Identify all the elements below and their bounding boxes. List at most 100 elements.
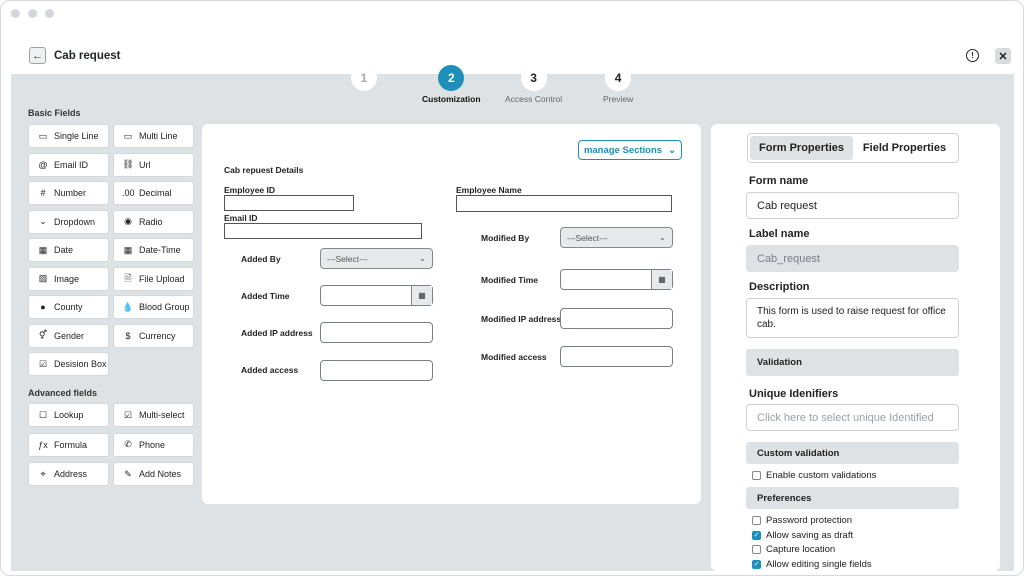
palette-field-multi-line[interactable]: ▭ Multi Line: [113, 124, 194, 148]
field-type-label: Image: [54, 273, 80, 284]
field-type-label: Multi Line: [139, 131, 178, 141]
field-type-label: Decimal: [139, 188, 172, 198]
added-by-select[interactable]: ---Select--- ⌄: [320, 248, 433, 269]
palette-field-number[interactable]: # Number: [28, 181, 109, 205]
checkbox-box[interactable]: [752, 545, 761, 554]
checkbox-label: Enable custom validations: [766, 470, 877, 481]
checkbox-box[interactable]: [752, 471, 761, 480]
checkbox-label: Password protection: [766, 515, 853, 526]
email-id-input[interactable]: [224, 223, 422, 239]
employee-name-input[interactable]: [456, 195, 672, 212]
tab-form-properties[interactable]: Form Properties: [750, 136, 853, 160]
field-type-icon: .00: [122, 188, 135, 198]
field-type-icon: 💧: [122, 301, 134, 312]
palette-field-add-notes[interactable]: ✎ Add Notes: [113, 462, 194, 486]
field-type-label: Date-Time: [139, 245, 181, 255]
step-1[interactable]: 1: [351, 65, 377, 94]
added-ip-label: Added IP address: [241, 328, 313, 338]
step-number: 2: [438, 65, 465, 91]
field-type-label: Currency: [139, 330, 176, 341]
checkbox-box[interactable]: [752, 516, 761, 525]
manage-sections-label: manage Sections: [583, 144, 663, 156]
palette-field-desision-box[interactable]: ☑ Desision Box: [28, 352, 109, 376]
preference-checkbox-allow-saving-as-draft[interactable]: ✓ Allow saving as draft: [752, 530, 853, 541]
palette-field-address[interactable]: ⌖ Address: [28, 462, 109, 486]
employee-id-input[interactable]: [224, 195, 354, 211]
calendar-icon[interactable]: ▦: [411, 286, 432, 305]
description-textarea[interactable]: This form is used to raise request for o…: [746, 298, 959, 338]
palette-field-single-line[interactable]: ▭ Single Line: [28, 124, 109, 148]
back-button[interactable]: ←: [29, 47, 46, 64]
step-4[interactable]: 4 Preview: [603, 65, 633, 104]
palette-field-radio[interactable]: ◉ Radio: [113, 209, 194, 234]
modified-time-input[interactable]: ▦: [560, 269, 673, 290]
palette-field-formula[interactable]: ƒx Formula: [28, 432, 109, 457]
window-dot-2[interactable]: [28, 9, 37, 18]
palette-field-currency[interactable]: $ Currency: [113, 323, 194, 348]
employee-name-label: Employee Name: [456, 185, 522, 195]
manage-sections-button[interactable]: manage Sections ⌄: [578, 140, 682, 160]
window-dot-3[interactable]: [45, 9, 54, 18]
checkbox-box[interactable]: ✓: [752, 530, 761, 540]
close-button[interactable]: ✕: [995, 48, 1011, 64]
unique-identifiers-label: Unique Idenifiers: [749, 388, 839, 400]
palette-field-county[interactable]: ● County: [28, 295, 109, 319]
properties-tabs: Form Properties Field Properties: [747, 133, 959, 163]
stepper: 1 2 Customization 3 Access Control 4 Pre…: [341, 65, 671, 105]
field-type-icon: ☑: [123, 409, 133, 420]
palette-field-image[interactable]: ▨ Image: [28, 266, 109, 291]
modified-access-input[interactable]: [560, 346, 673, 367]
custom-validation-section[interactable]: Custom validation: [746, 442, 959, 464]
tab-field-properties[interactable]: Field Properties: [853, 136, 956, 160]
field-type-label: Radio: [139, 216, 163, 227]
field-type-icon: $: [125, 330, 131, 341]
palette-field-date-time[interactable]: ▦ Date-Time: [113, 238, 194, 262]
window-controls: [11, 9, 54, 18]
preferences-section[interactable]: Preferences: [746, 487, 959, 509]
added-time-input[interactable]: ▦: [320, 285, 433, 306]
palette-field-url[interactable]: ⛓ Url: [113, 152, 194, 177]
added-ip-input[interactable]: [320, 322, 433, 343]
validation-section[interactable]: Validation: [746, 349, 959, 376]
field-type-label: Single Line: [54, 131, 99, 141]
calendar-icon[interactable]: ▦: [651, 270, 672, 289]
palette-field-multi-select[interactable]: ☑ Multi-select: [113, 403, 194, 427]
preference-checkbox-capture-location[interactable]: Capture location: [752, 544, 835, 555]
field-type-icon: ☐: [38, 409, 48, 420]
field-type-icon: ƒx: [38, 439, 48, 450]
field-type-icon: ⌄: [39, 216, 47, 226]
palette-field-file-upload[interactable]: 🗎 File Upload: [113, 266, 194, 291]
palette-field-lookup[interactable]: ☐ Lookup: [28, 403, 109, 427]
palette-field-date[interactable]: ▦ Date: [28, 238, 109, 262]
palette-field-email-id[interactable]: @ Email ID: [28, 152, 109, 177]
enable-custom-validations-checkbox[interactable]: Enable custom validations: [752, 470, 876, 481]
unique-identifiers-input[interactable]: Click here to select unique Identified: [746, 404, 959, 431]
palette-field-dropdown[interactable]: ⌄ Dropdown: [28, 209, 109, 234]
modified-by-label: Modified By: [481, 233, 530, 243]
added-access-input[interactable]: [320, 360, 433, 381]
palette-field-decimal[interactable]: .00 Decimal: [113, 181, 194, 205]
field-type-label: County: [54, 302, 83, 312]
modified-by-select[interactable]: ---Select--- ⌄: [560, 227, 673, 248]
field-type-icon: ▭: [38, 130, 48, 141]
form-name-input[interactable]: Cab request: [746, 192, 959, 219]
palette-field-gender[interactable]: ⚥ Gender: [28, 323, 109, 348]
field-type-label: Gender: [54, 330, 85, 341]
palette-field-phone[interactable]: ✆ Phone: [113, 432, 194, 457]
field-type-icon: #: [40, 188, 46, 198]
field-type-label: Address: [54, 469, 88, 479]
added-by-label: Added By: [241, 254, 281, 264]
step-2[interactable]: 2 Customization: [422, 65, 481, 104]
palette-field-blood-group[interactable]: 💧 Blood Group: [113, 295, 194, 319]
preference-checkbox-allow-editing-single-fields[interactable]: ✓ Allow editing single fields: [752, 559, 872, 570]
preference-checkbox-password-protection[interactable]: Password protection: [752, 515, 852, 526]
info-icon[interactable]: !: [966, 49, 979, 62]
arrow-left-icon: ←: [32, 49, 43, 62]
checkbox-box[interactable]: ✓: [752, 559, 761, 569]
window-dot-1[interactable]: [11, 9, 20, 18]
field-type-label: Lookup: [54, 410, 84, 420]
modified-ip-input[interactable]: [560, 308, 673, 329]
step-3[interactable]: 3 Access Control: [505, 65, 562, 104]
step-number: 4: [605, 65, 632, 91]
field-type-icon: ●: [40, 302, 46, 312]
